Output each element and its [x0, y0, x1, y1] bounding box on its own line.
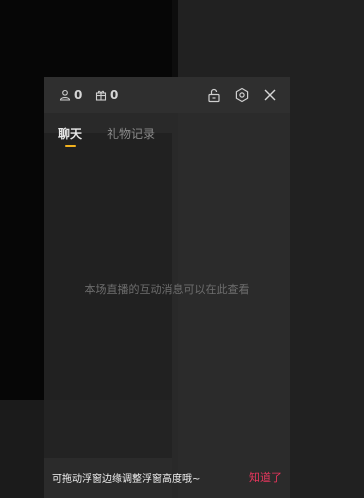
got-it-button[interactable]: 知道了: [249, 469, 282, 485]
person-icon: [59, 89, 74, 101]
gift-count: 0: [95, 88, 118, 102]
active-tab-indicator: [65, 145, 76, 147]
panel-header[interactable]: 0 0: [44, 77, 290, 113]
gift-icon: [95, 89, 110, 101]
close-icon[interactable]: [262, 87, 278, 103]
settings-icon[interactable]: [234, 87, 250, 103]
interaction-floating-panel[interactable]: 0 0 聊天 礼物记录 本场直播的互动消息可以在此查看: [44, 77, 290, 498]
resize-tip-text: 可拖动浮窗边缘调整浮窗高度哦~: [52, 473, 201, 485]
chat-empty-message: 本场直播的互动消息可以在此查看: [84, 283, 250, 296]
gift-count-value: 0: [110, 88, 119, 102]
resize-tip-bar: 可拖动浮窗边缘调整浮窗高度哦~ 知道了: [44, 462, 290, 492]
viewer-count: 0: [59, 88, 82, 102]
tab-chat[interactable]: 聊天: [58, 125, 82, 142]
viewer-count-value: 0: [74, 88, 83, 102]
tab-gift-records[interactable]: 礼物记录: [107, 125, 155, 142]
unlock-icon[interactable]: [206, 87, 222, 103]
panel-tabs: 聊天 礼物记录: [44, 125, 290, 155]
